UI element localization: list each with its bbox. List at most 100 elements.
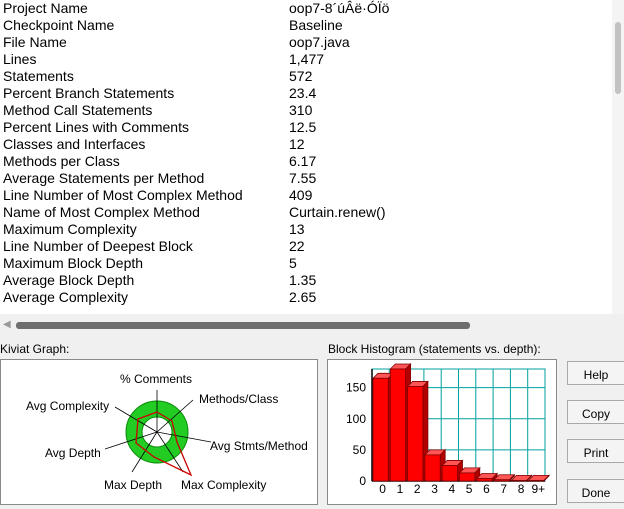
bar bbox=[459, 472, 476, 482]
metric-value: 1.35 bbox=[289, 272, 317, 288]
x-tick-label: 9+ bbox=[532, 482, 546, 496]
help-button[interactable]: Help bbox=[567, 361, 624, 385]
metric-label: Lines bbox=[3, 51, 37, 67]
metric-label: File Name bbox=[3, 34, 67, 50]
metric-value: 23.4 bbox=[289, 85, 317, 101]
metric-value: 1,477 bbox=[289, 51, 325, 67]
vertical-scroll-thumb[interactable] bbox=[615, 22, 621, 94]
metric-label: Line Number of Deepest Block bbox=[3, 238, 193, 254]
kiviat-axis-label: % Comments bbox=[120, 372, 192, 386]
metric-row: Percent Branch Statements 23.4 bbox=[0, 85, 612, 102]
metric-label: Checkpoint Name bbox=[3, 17, 115, 33]
kiviat-axis-label: Avg Complexity bbox=[26, 399, 109, 413]
metric-label: Methods per Class bbox=[3, 153, 120, 169]
metric-value: 2.65 bbox=[289, 289, 317, 305]
bar bbox=[493, 479, 510, 482]
copy-button[interactable]: Copy bbox=[567, 400, 624, 424]
metric-row: Average Complexity 2.65 bbox=[0, 289, 612, 306]
metric-row: Method Call Statements 310 bbox=[0, 102, 612, 119]
metric-row: Average Block Depth 1.35 bbox=[0, 272, 612, 289]
metric-value: 13 bbox=[289, 221, 305, 237]
metric-label: Average Block Depth bbox=[3, 272, 135, 288]
kiviat-axis-label: Methods/Class bbox=[199, 392, 278, 406]
x-tick-label: 3 bbox=[431, 482, 438, 496]
y-tick-label: 100 bbox=[346, 412, 366, 426]
metric-label: Maximum Complexity bbox=[3, 221, 137, 237]
metric-value: 12 bbox=[289, 136, 305, 152]
x-tick-label: 0 bbox=[379, 482, 386, 496]
metric-value: 6.17 bbox=[289, 153, 317, 169]
metric-row: Average Statements per Method 7.55 bbox=[0, 170, 612, 187]
histogram-title: Block Histogram (statements vs. depth): bbox=[328, 342, 541, 356]
metric-row: Line Number of Deepest Block 22 bbox=[0, 238, 612, 255]
bar bbox=[476, 478, 493, 482]
metric-value: 572 bbox=[289, 68, 313, 84]
metric-value: 310 bbox=[289, 102, 313, 118]
x-tick-label: 2 bbox=[414, 482, 421, 496]
kiviat-panel: % Comments Methods/Class Avg Stmts/Metho… bbox=[0, 359, 318, 505]
print-button[interactable]: Print bbox=[567, 439, 624, 463]
metric-value: 12.5 bbox=[289, 119, 317, 135]
metric-row: Percent Lines with Comments 12.5 bbox=[0, 119, 612, 136]
bar bbox=[510, 479, 528, 482]
metric-label: Average Complexity bbox=[3, 289, 129, 305]
metric-row: Checkpoint Name Baseline bbox=[0, 17, 612, 34]
metric-row: Project Name oop7-8´úÂë·ÓÏö bbox=[0, 0, 612, 17]
metric-value: 7.55 bbox=[289, 170, 317, 186]
done-button[interactable]: Done bbox=[567, 479, 624, 503]
x-tick-label: 4 bbox=[449, 482, 456, 496]
metric-value: oop7.java bbox=[289, 34, 350, 50]
bar bbox=[441, 465, 458, 482]
metric-label: Project Name bbox=[3, 0, 88, 16]
y-tick-label: 150 bbox=[346, 381, 366, 395]
kiviat-axis-label: Max Depth bbox=[104, 478, 162, 492]
kiviat-axis-label: Avg Depth bbox=[45, 446, 101, 460]
horizontal-scrollbar[interactable]: ◀ bbox=[0, 316, 624, 334]
kiviat-title: Kiviat Graph: bbox=[0, 342, 70, 356]
metric-value: 5 bbox=[289, 255, 297, 271]
y-tick-label: 50 bbox=[353, 443, 367, 457]
metric-label: Percent Lines with Comments bbox=[3, 119, 189, 135]
metric-row: Classes and Interfaces 12 bbox=[0, 136, 612, 153]
bar bbox=[407, 386, 424, 482]
metric-label: Maximum Block Depth bbox=[3, 255, 144, 271]
metric-row: Name of Most Complex Method Curtain.renew… bbox=[0, 204, 612, 221]
histogram-panel: 0 50 100 150 0 1 2 3 4 5 6 7 8 9+ bbox=[327, 359, 557, 505]
block-histogram-chart: 0501001500 1 2 3 4 5 6 7 8 9+ bbox=[346, 363, 550, 496]
metric-value: Curtain.renew() bbox=[289, 204, 386, 220]
metric-row: File Name oop7.java bbox=[0, 34, 612, 51]
metric-value: Baseline bbox=[289, 17, 343, 33]
y-tick-label: 0 bbox=[359, 474, 366, 488]
metric-value: 409 bbox=[289, 187, 313, 203]
metric-label: Method Call Statements bbox=[3, 102, 153, 118]
bar bbox=[424, 454, 441, 482]
metric-row: Maximum Complexity 13 bbox=[0, 221, 612, 238]
kiviat-axis-label: Avg Stmts/Method bbox=[210, 439, 308, 453]
kiviat-axis-label: Max Complexity bbox=[181, 478, 266, 492]
metrics-list: Project Name oop7-8´úÂë·ÓÏö Checkpoint Nam… bbox=[0, 0, 612, 314]
metric-row: Line Number of Most Complex Method 409 bbox=[0, 187, 612, 204]
metric-label: Line Number of Most Complex Method bbox=[3, 187, 243, 203]
kiviat-graph: % Comments Methods/Class Avg Stmts/Metho… bbox=[26, 372, 308, 492]
bar bbox=[528, 479, 545, 482]
metric-label: Average Statements per Method bbox=[3, 170, 205, 186]
metric-label: Name of Most Complex Method bbox=[3, 204, 200, 220]
vertical-scrollbar[interactable] bbox=[612, 0, 624, 314]
x-tick-label: 7 bbox=[500, 482, 507, 496]
metric-row: Lines 1,477 bbox=[0, 51, 612, 68]
metric-label: Statements bbox=[3, 68, 74, 84]
metric-label: Percent Branch Statements bbox=[3, 85, 175, 101]
x-tick-label: 5 bbox=[466, 482, 473, 496]
metric-row: Maximum Block Depth 5 bbox=[0, 255, 612, 272]
bar bbox=[372, 377, 389, 482]
x-tick-label: 6 bbox=[483, 482, 490, 496]
x-tick-label: 8 bbox=[518, 482, 525, 496]
metric-row: Methods per Class 6.17 bbox=[0, 153, 612, 170]
metric-label: Classes and Interfaces bbox=[3, 136, 146, 152]
metric-row: Statements 572 bbox=[0, 68, 612, 85]
metric-value: 22 bbox=[289, 238, 305, 254]
horizontal-scroll-thumb[interactable] bbox=[16, 322, 470, 329]
x-tick-label: 1 bbox=[397, 482, 404, 496]
scroll-left-arrow-icon[interactable]: ◀ bbox=[3, 319, 11, 330]
bar bbox=[389, 368, 406, 482]
